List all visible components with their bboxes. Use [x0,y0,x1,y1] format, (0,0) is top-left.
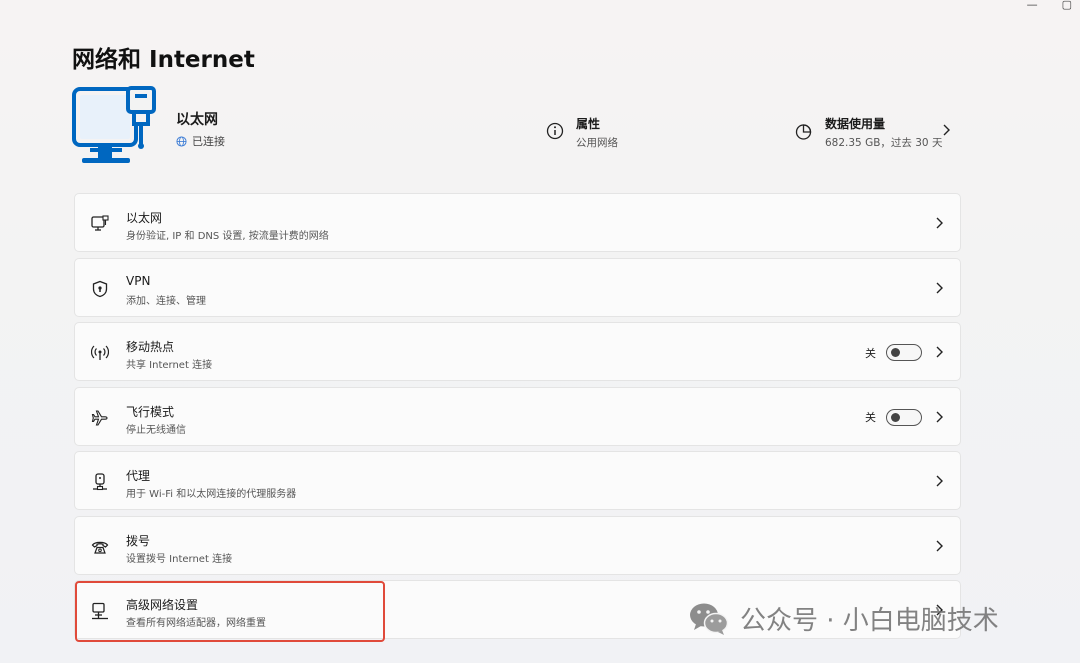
hotspot-toggle-group: 关 [865,344,922,361]
chevron-right-icon [936,346,943,358]
connection-status-text: 已连接 [192,135,225,148]
airplane-toggle-group: 关 [865,408,922,426]
properties-button[interactable]: 属性 公用网络 [546,115,618,150]
settings-item-dial-up[interactable]: 拨号 设置拨号 Internet 连接 [74,515,961,575]
settings-item-vpn[interactable]: VPN 添加、连接、管理 [74,257,961,317]
ethernet-icon [91,215,109,231]
settings-list: 以太网 身份验证, IP 和 DNS 设置, 按流量计费的网络 VPN 添加、连… [74,193,961,645]
settings-item-proxy[interactable]: 代理 用于 Wi-Fi 和以太网连接的代理服务器 [74,451,961,510]
chevron-right-icon [943,124,950,136]
chevron-right-icon [936,217,943,229]
settings-item-subtitle: 停止无线通信 [126,424,186,436]
globe-icon [176,135,187,147]
pie-chart-icon [795,124,812,140]
dialup-icon [91,541,109,554]
settings-item-title: 高级网络设置 [126,598,199,612]
info-icon [546,122,564,140]
data-usage-title: 数据使用量 [825,117,886,131]
watermark-text: 公众号 · 小白电脑技术 [740,606,999,636]
connection-name: 以太网 [176,112,218,128]
advanced-network-icon [92,602,108,620]
settings-item-title: 飞行模式 [126,404,175,419]
connection-status: 已连接 [176,133,225,149]
settings-item-title: 移动热点 [126,340,175,354]
page-title: 网络和 Internet [72,47,255,73]
chevron-right-icon [936,411,943,422]
maximize-button[interactable]: ▢ [1062,0,1072,10]
settings-item-title: 代理 [126,469,151,483]
settings-item-subtitle: 用于 Wi-Fi 和以太网连接的代理服务器 [126,489,297,500]
settings-item-subtitle: 共享 Internet 连接 [126,360,213,371]
settings-item-subtitle: 设置拨号 Internet 连接 [126,553,233,565]
chevron-right-icon [936,475,943,487]
properties-subtitle: 公用网络 [576,137,618,149]
settings-item-title: VPN [126,273,151,288]
hotspot-toggle[interactable] [886,344,922,361]
settings-item-airplane-mode[interactable]: 飞行模式 停止无线通信 关 [74,386,961,446]
watermark: 公众号 · 小白电脑技术 [688,600,999,637]
window-controls: — ▢ [1027,0,1072,10]
minimize-button[interactable]: — [1027,0,1038,10]
ethernet-monitor-icon [72,86,156,163]
hotspot-icon [91,345,109,360]
chevron-right-icon [936,282,943,293]
airplane-icon [91,409,108,426]
proxy-icon [93,473,107,491]
wechat-icon [690,603,729,635]
settings-item-mobile-hotspot[interactable]: 移动热点 共享 Internet 连接 关 [74,322,961,381]
settings-item-title: 以太网 [126,211,163,225]
settings-item-subtitle: 添加、连接、管理 [126,295,206,307]
properties-title: 属性 [576,117,601,131]
settings-item-title: 拨号 [126,533,151,548]
toggle-state-label: 关 [865,346,876,360]
chevron-right-icon [936,540,943,551]
airplane-mode-toggle[interactable] [886,408,922,426]
settings-item-subtitle: 身份验证, IP 和 DNS 设置, 按流量计费的网络 [126,231,329,242]
data-usage-subtitle: 682.35 GB，过去 30 天 [825,137,943,149]
data-usage-button[interactable]: 数据使用量 682.35 GB，过去 30 天 [795,115,950,150]
settings-item-subtitle: 查看所有网络适配器，网络重置 [126,618,266,629]
vpn-shield-icon [92,280,108,297]
toggle-state-label: 关 [865,411,876,424]
settings-item-ethernet[interactable]: 以太网 身份验证, IP 和 DNS 设置, 按流量计费的网络 [74,193,961,252]
